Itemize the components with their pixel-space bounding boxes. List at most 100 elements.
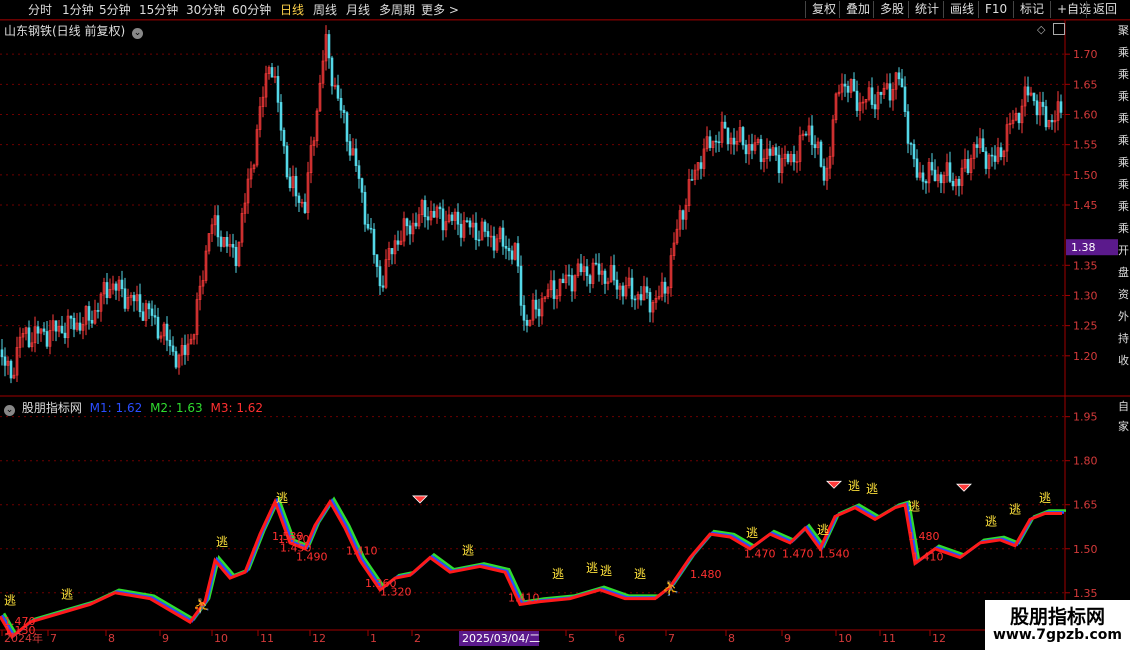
candle-body: [282, 129, 286, 147]
escape-signal-label: 逃: [462, 544, 474, 558]
candle-body: [900, 78, 904, 88]
diamond-icon[interactable]: ◇: [1037, 23, 1045, 36]
candle-body: [114, 283, 118, 291]
runner-icon: ⛹: [662, 579, 679, 597]
candle-body: [132, 295, 136, 302]
candle-body: [45, 331, 49, 347]
price-tick-label: 1.65: [1073, 78, 1098, 91]
chevron-down-icon[interactable]: ⌄: [132, 28, 144, 39]
candle-body: [27, 327, 31, 348]
candle-body: [507, 248, 511, 252]
candle-body: [405, 218, 409, 227]
watermark-url: www.7gpzb.com: [992, 627, 1122, 643]
candle-body: [879, 91, 883, 95]
candle-body: [597, 263, 601, 275]
escape-signal-label: 逃: [908, 500, 920, 514]
candle-body: [153, 315, 157, 318]
price-tick-label: 1.45: [1073, 199, 1098, 212]
candle-body: [225, 237, 229, 247]
candle-body: [78, 322, 82, 331]
price-marker-label: 1.540: [818, 548, 850, 561]
chevron-down-icon[interactable]: ⌄: [4, 405, 15, 416]
escape-signal-label: 逃: [4, 594, 16, 608]
candle-body: [939, 174, 943, 184]
candle-body: [975, 144, 979, 148]
candle-body: [516, 243, 520, 267]
candle-body: [990, 154, 994, 157]
side-char: 乘: [1118, 134, 1129, 147]
time-axis-label: 2: [414, 632, 421, 645]
candle-body: [219, 236, 223, 247]
price-tick-label: 1.25: [1073, 320, 1098, 333]
candle-body: [999, 147, 1003, 158]
time-axis-label: 6: [618, 632, 625, 645]
candle-body: [750, 144, 754, 151]
escape-signal-label: 逃: [634, 567, 646, 581]
candle-body: [270, 67, 274, 78]
price-marker-label: 1.480: [690, 568, 722, 581]
indicator-tick-label: 1.95: [1073, 411, 1098, 424]
side-char: 外: [1118, 310, 1129, 323]
candle-body: [42, 328, 46, 332]
candle-body: [717, 141, 721, 144]
side-char: 乘: [1118, 46, 1129, 59]
escape-signal-label: 逃: [985, 514, 997, 528]
candle-body: [888, 83, 892, 101]
candle-body: [966, 159, 970, 173]
candle-body: [1059, 101, 1063, 113]
candle-body: [1041, 101, 1045, 107]
time-axis-label: 7: [50, 632, 57, 645]
candle-body: [1035, 100, 1039, 116]
candle-body: [714, 140, 718, 143]
candle-body: [570, 275, 574, 292]
candle-body: [663, 281, 667, 294]
candle-body: [873, 104, 877, 110]
gem-icon: [956, 483, 972, 492]
candle-body: [843, 83, 847, 87]
escape-signal-label: 逃: [1009, 503, 1021, 517]
candle-body: [360, 178, 364, 193]
time-axis-label: 8: [728, 632, 735, 645]
candle-body: [375, 254, 379, 267]
price-marker-label: 1.410: [346, 545, 378, 558]
side-char: 乘: [1118, 68, 1129, 81]
candle-body: [456, 211, 460, 225]
indicator-name: 股朋指标网: [21, 401, 82, 415]
candle-body: [774, 147, 778, 156]
side-char: 聚: [1118, 24, 1129, 37]
time-axis-label: 12: [312, 632, 326, 645]
m1-line: [0, 497, 1064, 638]
candle-body: [1050, 119, 1054, 123]
candle-body: [897, 72, 901, 80]
candle-body: [852, 79, 856, 92]
side-char: 家: [1118, 420, 1129, 433]
price-marker-label: 1.490: [296, 550, 328, 563]
side-panel-text: 聚乘乘乘乘乘乘乘乘乘开盘资外持收: [1118, 24, 1130, 376]
escape-signal-label: 逃: [866, 482, 878, 496]
price-tick-label: 1.60: [1073, 108, 1098, 121]
time-axis-label: 9: [784, 632, 791, 645]
escape-signal-label: 逃: [848, 479, 860, 493]
candle-body: [105, 282, 109, 298]
candle-body: [630, 277, 634, 300]
escape-signal-label: 逃: [552, 567, 564, 581]
candle-body: [366, 223, 370, 229]
candle-body: [330, 57, 334, 87]
side-char: 自: [1118, 400, 1129, 413]
candle-body: [390, 248, 394, 255]
candle-body: [483, 221, 487, 232]
candle-body: [633, 298, 637, 301]
candle-body: [561, 278, 565, 284]
candle-body: [594, 262, 598, 265]
candle-body: [810, 125, 814, 145]
price-tick-label: 1.55: [1073, 139, 1098, 152]
candle-body: [285, 145, 289, 178]
maximize-icon[interactable]: [1053, 23, 1065, 35]
candle-body: [438, 206, 442, 210]
candle-body: [639, 294, 643, 301]
time-axis-label: 8: [108, 632, 115, 645]
candlestick-chart[interactable]: 1.70 1.65 1.60 1.55 1.50 1.45 1.35 1.30 1.25 1.20…: [0, 0, 1130, 650]
candle-body: [9, 360, 13, 379]
candle-body: [681, 210, 685, 220]
indicator-tick-label: 1.80: [1073, 455, 1098, 468]
